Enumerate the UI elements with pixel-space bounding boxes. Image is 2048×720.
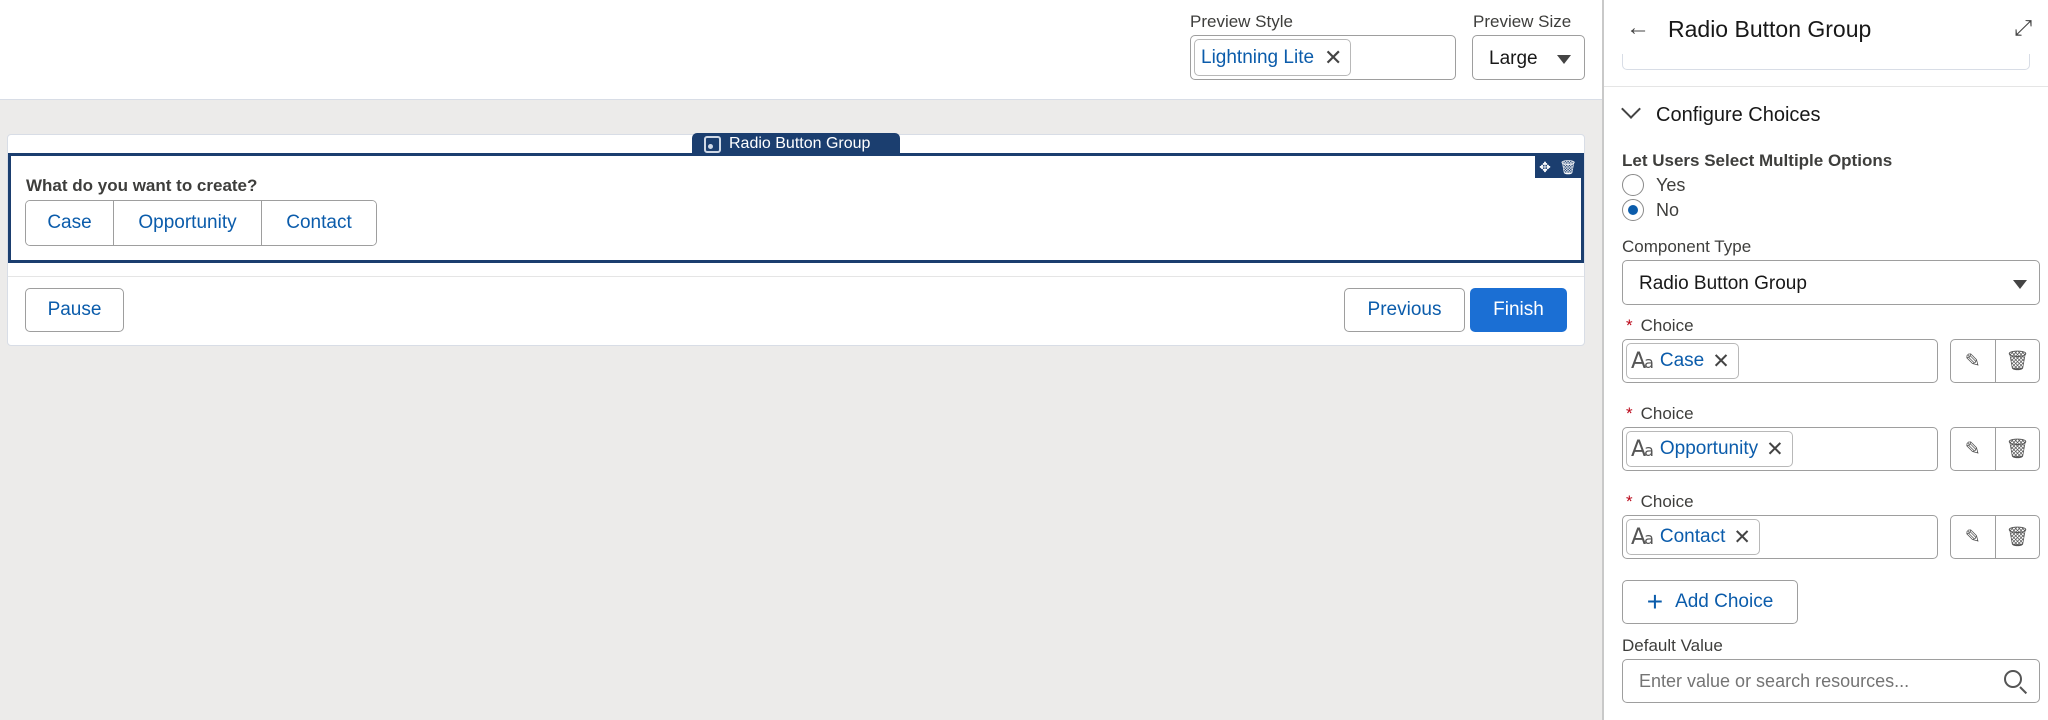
plus-icon: +: [1646, 586, 1664, 617]
selected-component[interactable]: ✥ 🗑 What do you want to create? Case Opp…: [8, 153, 1584, 263]
radio-option-yes[interactable]: Yes: [1622, 174, 1685, 196]
preview-size-select[interactable]: Large: [1472, 35, 1585, 80]
close-icon[interactable]: ✕: [1712, 349, 1730, 374]
add-choice-button[interactable]: + Add Choice: [1622, 580, 1798, 624]
radio-yes[interactable]: [1622, 174, 1644, 196]
preview-style-label: Preview Style: [1190, 12, 1293, 31]
panel-header: ← Radio Button Group ⤢: [1604, 0, 2048, 58]
search-icon[interactable]: [2004, 670, 2022, 688]
pause-button[interactable]: Pause: [25, 288, 124, 332]
previous-field-edge: [1622, 54, 2030, 70]
choice-label: * Choice: [1626, 316, 1694, 335]
back-arrow-icon[interactable]: ←: [1626, 14, 1650, 42]
choice-label: * Choice: [1626, 404, 1694, 423]
pencil-icon[interactable]: ✎: [1951, 428, 1996, 470]
previous-button[interactable]: Previous: [1344, 288, 1465, 332]
preview-size-value: Large: [1489, 48, 1538, 69]
component-actions: ✥ 🗑: [1535, 156, 1581, 178]
multi-select-label: Let Users Select Multiple Options: [1622, 151, 1893, 170]
close-icon[interactable]: ✕: [1733, 525, 1751, 550]
component-type-value: Radio Button Group: [1639, 273, 1807, 294]
question-label: What do you want to create?: [26, 176, 258, 195]
trash-icon[interactable]: 🗑: [1996, 340, 2040, 382]
required-mark: *: [1626, 492, 1633, 511]
required-mark: *: [1626, 316, 1633, 335]
choice-label: * Choice: [1626, 492, 1694, 511]
default-value-input[interactable]: [1622, 659, 2040, 703]
trash-icon[interactable]: 🗑: [1559, 159, 1577, 176]
section-divider: [1604, 86, 2048, 87]
choice-value: Opportunity: [1659, 438, 1759, 459]
preview-style-value: Lightning Lite: [1201, 46, 1315, 68]
text-template-icon: Aa: [1631, 348, 1654, 374]
preview-toolbar: Preview Style Lightning Lite ✕ Preview S…: [0, 0, 1602, 100]
choice-button-contact[interactable]: Contact: [262, 201, 376, 245]
radio-yes-label: Yes: [1656, 174, 1686, 195]
expand-icon[interactable]: ⤢: [2014, 15, 2032, 41]
choice-actions: ✎ 🗑: [1950, 515, 2040, 559]
choice-value: Case: [1659, 350, 1705, 371]
radio-option-no[interactable]: No: [1622, 199, 1679, 221]
trash-icon[interactable]: 🗑: [1996, 428, 2040, 470]
radio-no-label: No: [1656, 199, 1680, 220]
component-type-label: Component Type: [1622, 237, 1752, 256]
properties-panel: ← Radio Button Group ⤢ Configure Choices…: [1602, 0, 2048, 720]
section-title[interactable]: Configure Choices: [1656, 104, 1821, 127]
choice-button-opportunity[interactable]: Opportunity: [114, 201, 262, 245]
radio-no[interactable]: [1622, 199, 1644, 221]
choice-pill-case[interactable]: Aa Case ✕: [1626, 343, 1739, 379]
choice-actions: ✎ 🗑: [1950, 427, 2040, 471]
preview-style-pill[interactable]: Lightning Lite ✕: [1194, 39, 1352, 76]
choice-field-contact[interactable]: Aa Contact ✕: [1622, 515, 1938, 559]
choice-pill-opportunity[interactable]: Aa Opportunity ✕: [1626, 431, 1793, 467]
choice-pill-contact[interactable]: Aa Contact ✕: [1626, 519, 1760, 555]
choice-button-group: Case Opportunity Contact: [25, 200, 377, 246]
choice-field-opportunity[interactable]: Aa Opportunity ✕: [1622, 427, 1938, 471]
component-tag-label: Radio Button Group: [729, 135, 871, 152]
chevron-down-icon: [2013, 280, 2027, 289]
required-mark: *: [1626, 404, 1633, 423]
radio-group-icon: [704, 135, 721, 153]
pencil-icon[interactable]: ✎: [1951, 516, 1996, 558]
preview-style-field[interactable]: Lightning Lite ✕: [1190, 35, 1456, 80]
finish-button[interactable]: Finish: [1470, 288, 1567, 332]
component-type-select[interactable]: Radio Button Group: [1622, 260, 2040, 305]
close-icon[interactable]: ✕: [1766, 437, 1784, 462]
component-tag[interactable]: Radio Button Group: [692, 133, 900, 155]
text-template-icon: Aa: [1631, 524, 1654, 550]
chevron-down-icon: [1557, 55, 1571, 64]
choice-button-case[interactable]: Case: [26, 201, 114, 245]
text-template-icon: Aa: [1631, 436, 1654, 462]
panel-title: Radio Button Group: [1668, 16, 1872, 42]
preview-size-label: Preview Size: [1473, 12, 1572, 31]
chevron-down-icon[interactable]: [1621, 99, 1641, 119]
choice-value: Contact: [1659, 526, 1726, 547]
choice-field-case[interactable]: Aa Case ✕: [1622, 339, 1938, 383]
default-value-label: Default Value: [1622, 636, 1723, 655]
move-icon[interactable]: ✥: [1539, 159, 1551, 176]
close-icon[interactable]: ✕: [1324, 46, 1342, 69]
choice-actions: ✎ 🗑: [1950, 339, 2040, 383]
trash-icon[interactable]: 🗑: [1996, 516, 2040, 558]
pencil-icon[interactable]: ✎: [1951, 340, 1996, 382]
add-choice-label: Add Choice: [1675, 591, 1774, 612]
footer-divider: [8, 276, 1584, 277]
